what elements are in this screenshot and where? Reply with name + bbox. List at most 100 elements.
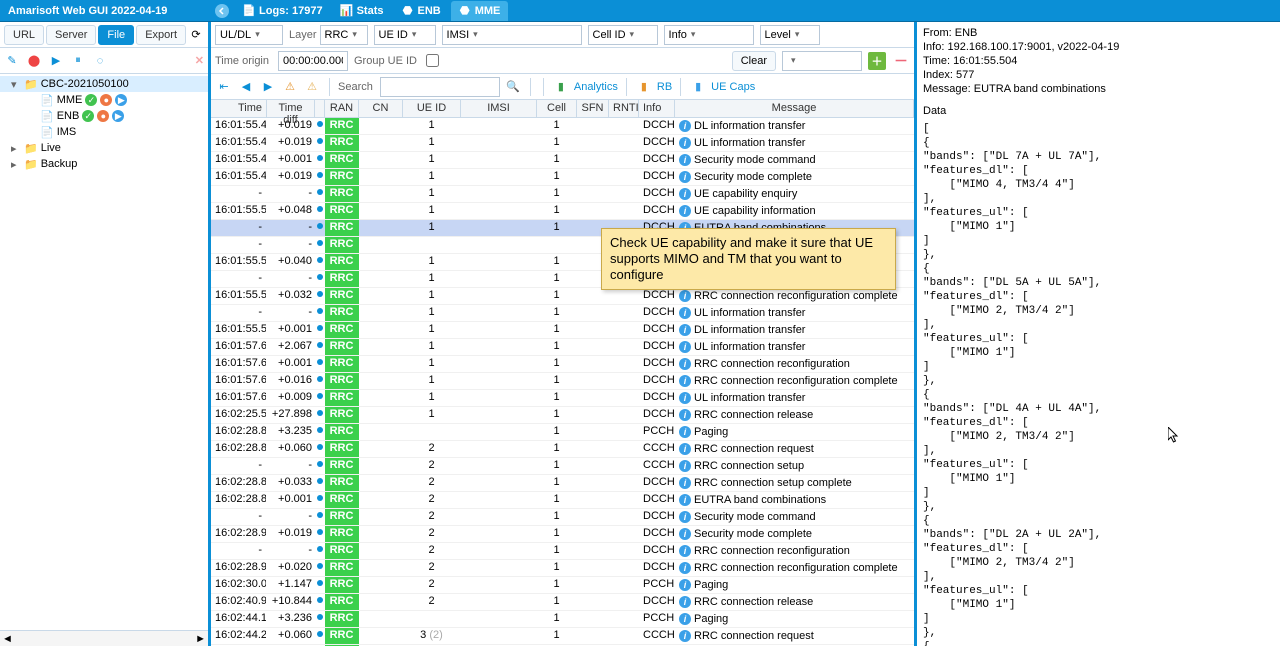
uecaps-icon[interactable]: ▮ [689,78,707,96]
scroll-right-icon[interactable]: ► [195,633,206,645]
table-row[interactable]: --RRC21DCCHiRRC connection reconfigurati… [211,543,914,560]
table-row[interactable]: 16:02:28.863+0.060RRC21CCCHiRRC connecti… [211,441,914,458]
info-icon: i [679,545,691,557]
column-header[interactable]: RNTI [609,100,639,117]
wand-icon[interactable]: ✎ [4,53,20,69]
direction-icon [317,461,323,467]
table-row[interactable]: 16:02:28.897+0.001RRC21DCCHiEUTRA band c… [211,492,914,509]
table-row[interactable]: 16:01:55.576+0.032RRC11DCCHiRRC connecti… [211,288,914,305]
table-row[interactable]: --RRC21DCCHiSecurity mode command [211,509,914,526]
table-row[interactable]: 16:02:28.936+0.020RRC21DCCHiRRC connecti… [211,560,914,577]
sidebar-scroll[interactable]: ◄ ► [0,630,208,646]
export-button[interactable]: Export [136,25,186,45]
server-button[interactable]: Server [46,25,96,45]
add-filter-icon[interactable]: ＋ [868,52,886,70]
column-header[interactable]: Message [675,100,914,117]
info-icon: i [679,137,691,149]
tree-node-enb[interactable]: 📄ENB✓●▶ [0,108,208,124]
uldl-combo[interactable]: UL/DL [215,25,283,45]
tab-enb[interactable]: ⬣ENB [394,1,449,21]
table-row[interactable]: 16:02:28.896+0.033RRC21DCCHiRRC connecti… [211,475,914,492]
clear-button[interactable]: Clear [732,51,776,71]
remove-filter-icon[interactable]: － [892,52,910,70]
stop-icon[interactable]: ⬤ [26,53,42,69]
warning2-icon[interactable]: ⚠ [303,78,321,96]
table-row[interactable]: 16:01:57.661+0.016RRC11DCCHiRRC connecti… [211,373,914,390]
rb-button[interactable]: RB [657,81,672,93]
column-header[interactable]: Info [639,100,675,117]
close-icon[interactable]: ✕ [195,54,204,67]
status-badge: ▶ [115,94,127,106]
table-row[interactable]: --RRC11DCCHiUL information transfer [211,305,914,322]
collapse-sidebar-icon[interactable] [215,4,229,18]
time-origin-input[interactable] [278,51,348,71]
column-header[interactable]: IMSI [461,100,537,117]
table-row[interactable]: 16:01:55.504+0.048RRC11DCCHiUE capabilit… [211,203,914,220]
clear-combo[interactable] [782,51,862,71]
column-header[interactable]: CN [359,100,403,117]
info-icon: i [679,358,691,370]
layer-combo[interactable]: RRC [320,25,368,45]
table-row[interactable]: 16:01:55.436+0.019RRC11DCCHiUL informati… [211,135,914,152]
tab-mme[interactable]: ⬣MME [451,1,509,21]
level-combo[interactable]: Level [760,25,820,45]
nav-next-icon[interactable]: ▶ [259,78,277,96]
warning-icon[interactable]: ⚠ [281,78,299,96]
table-row[interactable]: 16:01:55.456+0.019RRC11DCCHiSecurity mod… [211,169,914,186]
direction-icon [317,240,323,246]
nav-prev-icon[interactable]: ◀ [237,78,255,96]
rb-icon[interactable]: ▮ [635,78,653,96]
table-row[interactable]: 16:02:40.927+10.844RRC21DCCHiRRC connect… [211,594,914,611]
time-origin-label: Time origin [215,55,269,67]
info-icon: i [679,392,691,404]
tree-node-cbc-2021050100[interactable]: ▾📁CBC-2021050100 [0,76,208,92]
table-row[interactable]: 16:01:55.417+0.019RRC11DCCHiDL informati… [211,118,914,135]
direction-icon [317,478,323,484]
table-row[interactable]: 16:01:55.437+0.001RRC11DCCHiSecurity mod… [211,152,914,169]
table-row[interactable]: --RRC11DCCHiUE capability enquiry [211,186,914,203]
table-row[interactable]: 16:01:55.577+0.001RRC11DCCHiDL informati… [211,322,914,339]
tree-node-backup[interactable]: ▸📁Backup [0,156,208,172]
info-combo[interactable]: Info [664,25,754,45]
ueid-combo[interactable]: UE ID [374,25,436,45]
column-header[interactable]: UE ID [403,100,461,117]
direction-icon [317,223,323,229]
nav-first-icon[interactable]: ⇤ [215,78,233,96]
search-icon[interactable]: 🔍 [504,78,522,96]
analytics-button[interactable]: Analytics [574,81,618,93]
table-row[interactable]: 16:02:30.083+1.147RRC21PCCHiPaging [211,577,914,594]
table-row[interactable]: 16:02:25.568+27.898RRC11DCCHiRRC connect… [211,407,914,424]
circle-icon[interactable]: ◌ [92,53,108,69]
pause-icon[interactable]: ⏸ [70,53,86,69]
column-header[interactable]: SFN [577,100,609,117]
table-row[interactable]: 16:01:57.644+2.067RRC11DCCHiUL informati… [211,339,914,356]
play-icon[interactable]: ▶ [48,53,64,69]
table-row[interactable]: --RRC21CCCHiRRC connection setup [211,458,914,475]
uecaps-button[interactable]: UE Caps [711,81,755,93]
refresh-icon[interactable]: ⟳ [188,27,204,43]
table-row[interactable]: 16:02:44.223+0.060RRC3 (2)1CCCHiRRC conn… [211,628,914,645]
url-button[interactable]: URL [4,25,44,45]
file-button[interactable]: File [98,25,134,45]
table-row[interactable]: 16:01:57.670+0.009RRC11DCCHiUL informati… [211,390,914,407]
table-row[interactable]: 16:02:44.163+3.236RRC1PCCHiPaging [211,611,914,628]
table-row[interactable]: 16:02:28.803+3.235RRC1PCCHiPaging [211,424,914,441]
column-header[interactable] [315,100,325,117]
column-header[interactable]: Time diff [267,100,315,117]
scroll-left-icon[interactable]: ◄ [2,633,13,645]
tree-node-ims[interactable]: 📄IMS [0,124,208,140]
search-input[interactable] [380,77,500,97]
tree-node-live[interactable]: ▸📁Live [0,140,208,156]
tab-stats[interactable]: 📊Stats [333,1,392,21]
table-row[interactable]: 16:01:57.645+0.001RRC11DCCHiRRC connecti… [211,356,914,373]
tree-node-mme[interactable]: 📄MME✓●▶ [0,92,208,108]
column-header[interactable]: RAN [325,100,359,117]
cellid-combo[interactable]: Cell ID [588,25,658,45]
table-row[interactable]: 16:02:28.916+0.019RRC21DCCHiSecurity mod… [211,526,914,543]
imsi-combo[interactable]: IMSI [442,25,582,45]
group-ueid-checkbox[interactable] [426,54,439,67]
tab-logs[interactable]: 📄Logs: 17977 [235,1,331,21]
column-header[interactable]: Time [211,100,267,117]
chart-icon[interactable]: ▮ [552,78,570,96]
column-header[interactable]: Cell [537,100,577,117]
